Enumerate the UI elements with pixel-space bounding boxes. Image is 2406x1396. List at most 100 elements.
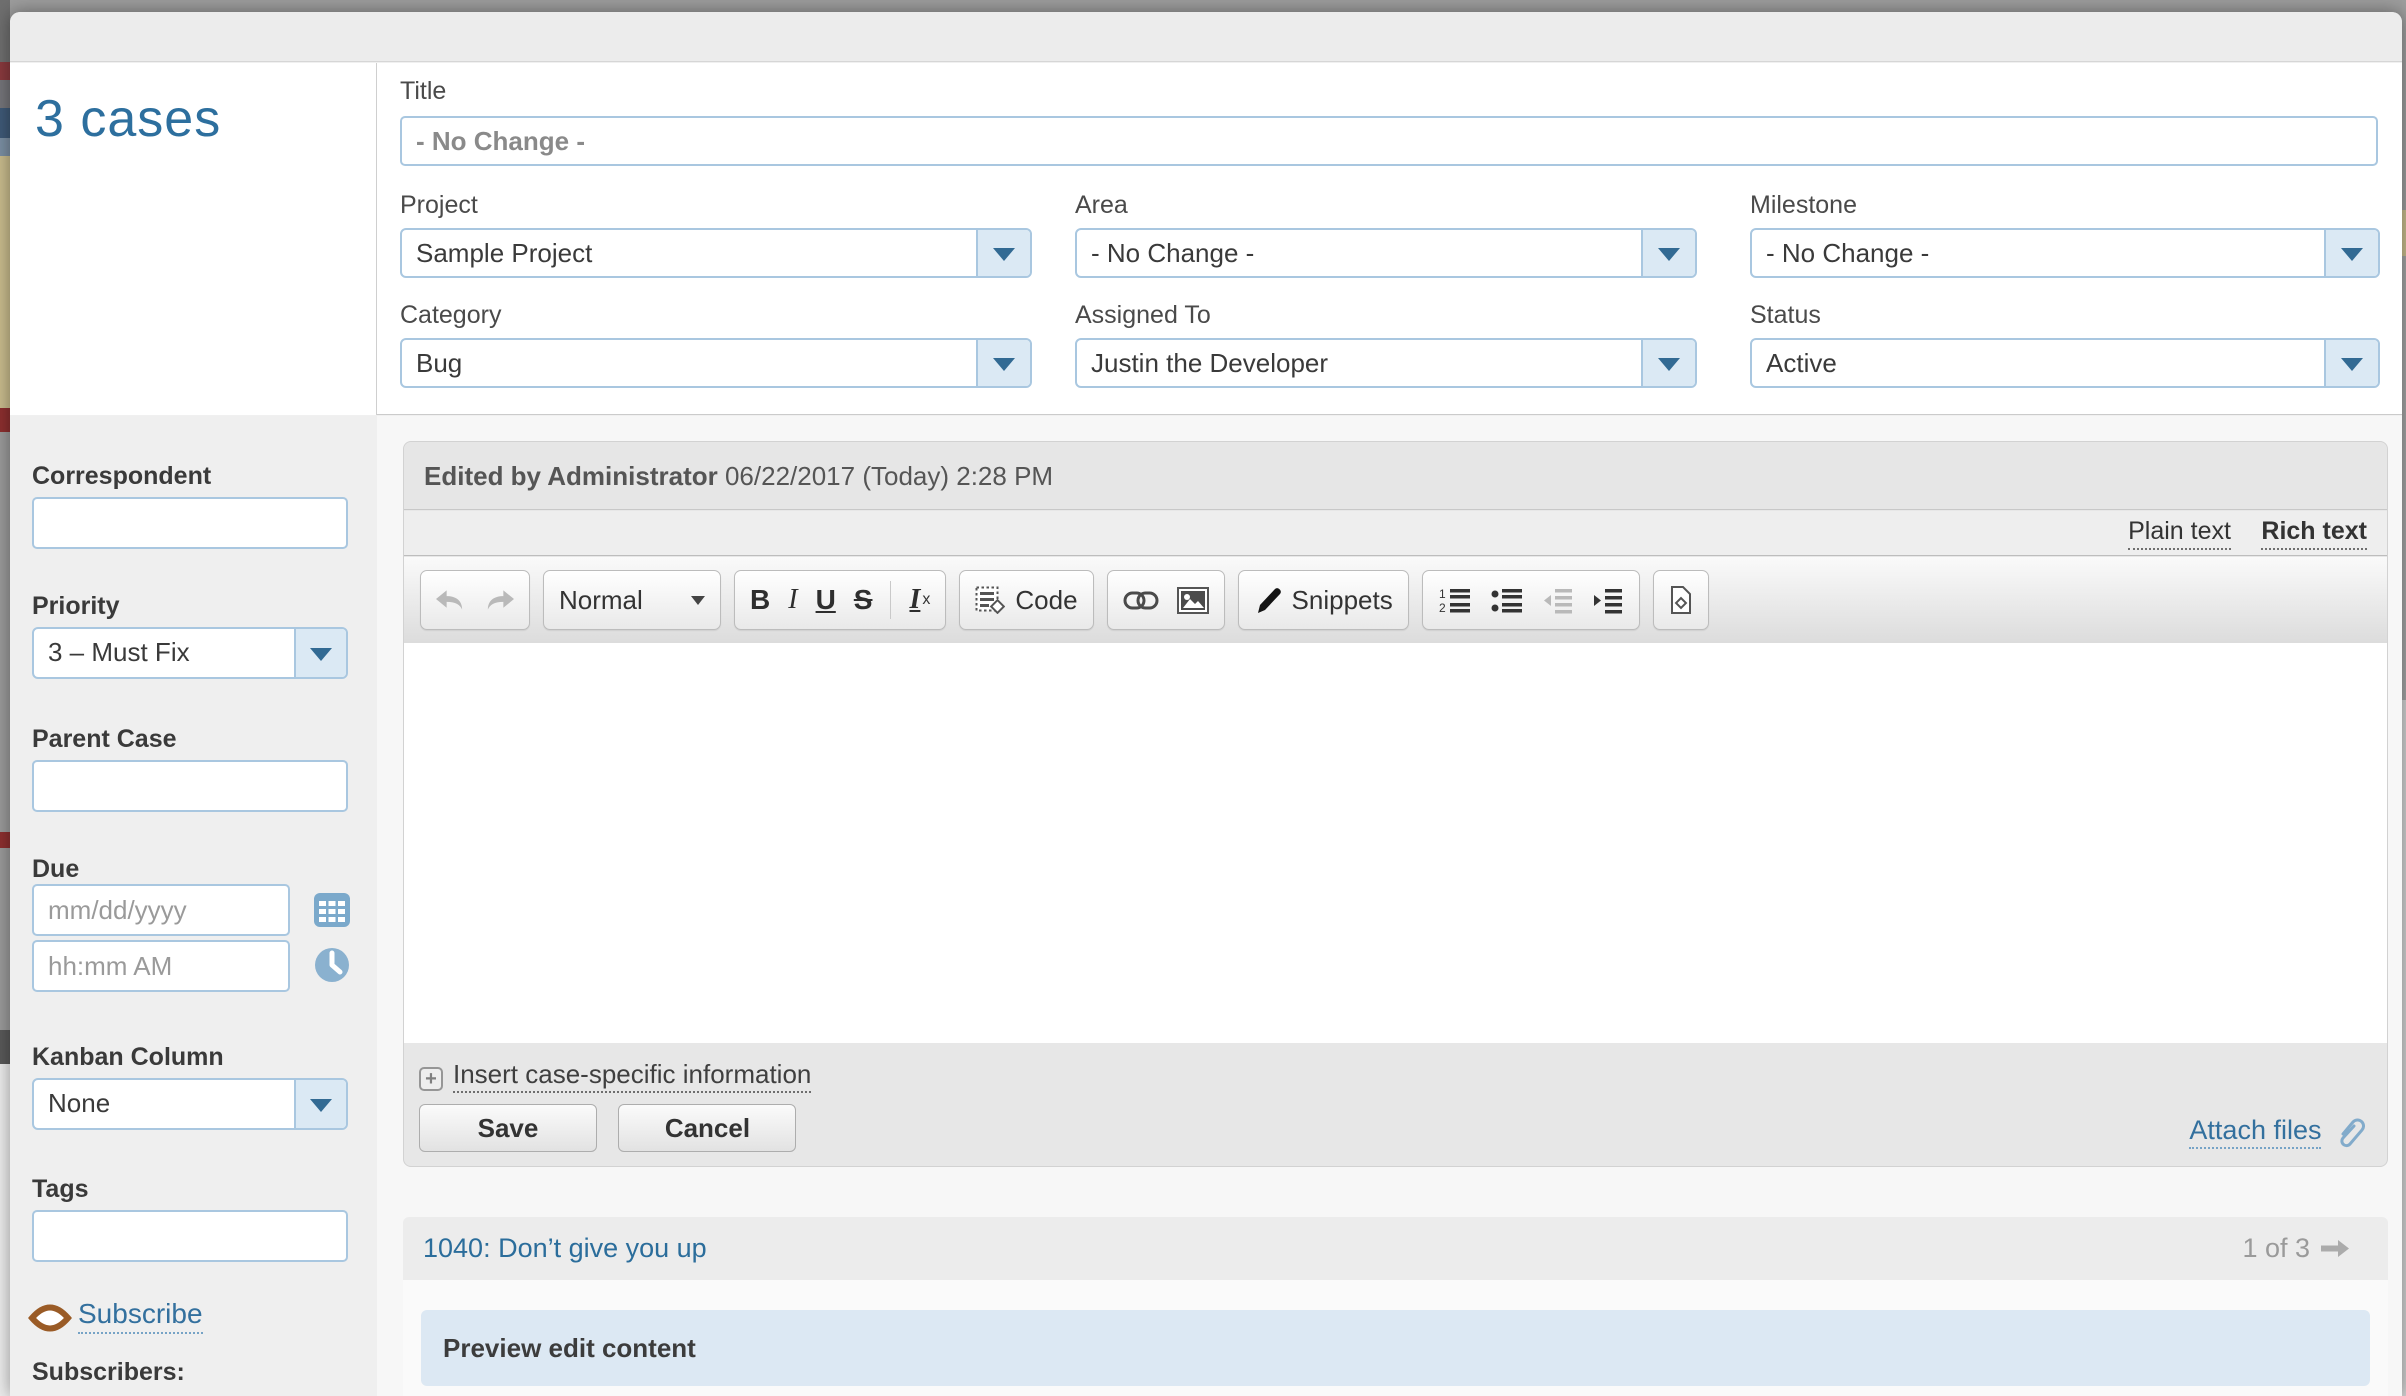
- remove-format-button[interactable]: Ix: [909, 584, 930, 616]
- rich-text-toggle[interactable]: Rich text: [2261, 517, 2367, 550]
- screen: 3 cases Title Project Sample Project Are…: [0, 0, 2406, 1396]
- project-select-button[interactable]: [976, 230, 1030, 276]
- background-page-band: [0, 1030, 10, 1064]
- title-input[interactable]: [400, 116, 2378, 166]
- background-page-band: [0, 408, 10, 432]
- indent-button[interactable]: [1592, 587, 1624, 614]
- milestone-select[interactable]: - No Change -: [1750, 228, 2380, 278]
- insert-case-info-link[interactable]: Insert case-specific information: [453, 1059, 811, 1093]
- subscribe-link[interactable]: Subscribe: [78, 1298, 203, 1334]
- tags-input[interactable]: [32, 1210, 348, 1262]
- underline-button[interactable]: U: [816, 584, 836, 616]
- save-button[interactable]: Save: [419, 1104, 597, 1152]
- correspondent-input[interactable]: [32, 497, 348, 549]
- chevron-down-icon: [2341, 358, 2363, 371]
- correspondent-label: Correspondent: [32, 462, 211, 491]
- background-page-band: [2402, 210, 2406, 256]
- status-select[interactable]: Active: [1750, 338, 2380, 388]
- outdent-button[interactable]: [1542, 587, 1574, 614]
- bullet-list-button[interactable]: [1490, 587, 1524, 614]
- category-select-button[interactable]: [976, 340, 1030, 386]
- background-page-band: [2402, 700, 2406, 1396]
- project-select[interactable]: Sample Project: [400, 228, 1032, 278]
- attach-files-link[interactable]: Attach files: [2189, 1115, 2321, 1149]
- snippets-button[interactable]: Snippets: [1254, 585, 1393, 616]
- insert-image-button[interactable]: [1177, 587, 1209, 614]
- background-page-band: [0, 62, 10, 80]
- case-title-link[interactable]: 1040: Don’t give you up: [423, 1217, 707, 1280]
- plus-box-icon: [419, 1067, 443, 1091]
- undo-icon: [436, 588, 466, 612]
- source-code-icon: [1669, 585, 1693, 615]
- cancel-button[interactable]: Cancel: [618, 1104, 796, 1152]
- paragraph-style-value: Normal: [559, 585, 643, 616]
- milestone-select-button[interactable]: [2324, 230, 2378, 276]
- strikethrough-button[interactable]: S: [854, 584, 873, 616]
- category-select[interactable]: Bug: [400, 338, 1032, 388]
- calendar-icon[interactable]: [313, 890, 351, 928]
- bold-button[interactable]: B: [750, 584, 770, 616]
- status-select-button[interactable]: [2324, 340, 2378, 386]
- area-select-value: - No Change -: [1091, 230, 1635, 276]
- assigned-to-select-value: Justin the Developer: [1091, 340, 1635, 386]
- richtext-editor-area[interactable]: [404, 643, 2387, 1043]
- next-case-arrow-icon[interactable]: [2320, 1239, 2350, 1258]
- chevron-down-icon: [993, 358, 1015, 371]
- paragraph-style-select[interactable]: Normal: [543, 570, 721, 630]
- background-page-band: [0, 138, 10, 156]
- case-fields-section: 3 cases Title Project Sample Project Are…: [10, 63, 2402, 415]
- redo-button[interactable]: [484, 588, 514, 612]
- subscribers-label: Subscribers:: [32, 1358, 185, 1387]
- undo-button[interactable]: [436, 588, 466, 612]
- background-page-band: [0, 832, 10, 848]
- source-button[interactable]: [1669, 585, 1693, 615]
- chevron-down-icon: [310, 648, 332, 661]
- background-page-band: [2402, 0, 2406, 210]
- parent-case-input[interactable]: [32, 760, 348, 812]
- assigned-to-label: Assigned To: [1075, 301, 1211, 330]
- italic-button[interactable]: I: [788, 584, 797, 616]
- project-label: Project: [400, 191, 478, 220]
- redo-icon: [484, 588, 514, 612]
- editor-mode-bar: Plain text Rich text: [404, 511, 2387, 556]
- richtext-toolbar: Normal B I U S Ix: [404, 557, 2387, 643]
- edited-by-date: 06/22/2017 (Today) 2:28 PM: [725, 461, 1053, 491]
- parent-case-label: Parent Case: [32, 725, 177, 754]
- ordered-list-button[interactable]: 1 2: [1438, 587, 1472, 614]
- snippets-button-label: Snippets: [1292, 585, 1393, 616]
- chevron-down-icon: [691, 596, 705, 605]
- bullet-list-icon: [1490, 587, 1524, 614]
- insert-link-button[interactable]: [1123, 591, 1159, 610]
- background-page-band: [0, 848, 10, 1030]
- kanban-column-select[interactable]: None: [32, 1078, 348, 1130]
- priority-select-button[interactable]: [294, 629, 346, 677]
- ordered-list-icon: 1 2: [1438, 587, 1472, 614]
- snippets-group: Snippets: [1238, 570, 1409, 630]
- editor-footer: Insert case-specific information Save Ca…: [404, 1043, 2387, 1166]
- kanban-column-select-button[interactable]: [294, 1080, 346, 1128]
- eye-icon: [28, 1304, 72, 1332]
- due-date-input[interactable]: [32, 884, 290, 936]
- clock-icon[interactable]: [313, 946, 351, 984]
- priority-select[interactable]: 3 – Must Fix: [32, 627, 348, 679]
- code-button[interactable]: Code: [975, 585, 1077, 616]
- outdent-icon: [1542, 587, 1574, 614]
- due-time-input[interactable]: [32, 940, 290, 992]
- image-icon: [1177, 587, 1209, 614]
- edited-by-author: Edited by Administrator: [424, 461, 718, 491]
- category-select-value: Bug: [416, 340, 970, 386]
- assigned-to-select-button[interactable]: [1641, 340, 1695, 386]
- case-pager-label: 1 of 3: [2242, 1217, 2310, 1280]
- area-select[interactable]: - No Change -: [1075, 228, 1697, 278]
- case-fields-form: Title Project Sample Project Area - No C…: [378, 63, 2402, 415]
- assigned-to-select[interactable]: Justin the Developer: [1075, 338, 1697, 388]
- background-page-band: [0, 108, 10, 138]
- pencil-icon: [1254, 585, 1282, 615]
- indent-icon: [1592, 587, 1624, 614]
- plain-text-toggle[interactable]: Plain text: [2128, 517, 2231, 550]
- area-select-button[interactable]: [1641, 230, 1695, 276]
- case-preview-section: Preview edit content: [403, 1280, 2388, 1396]
- chevron-down-icon: [2341, 248, 2363, 261]
- code-group: Code: [959, 570, 1093, 630]
- background-page-band: [2402, 256, 2406, 700]
